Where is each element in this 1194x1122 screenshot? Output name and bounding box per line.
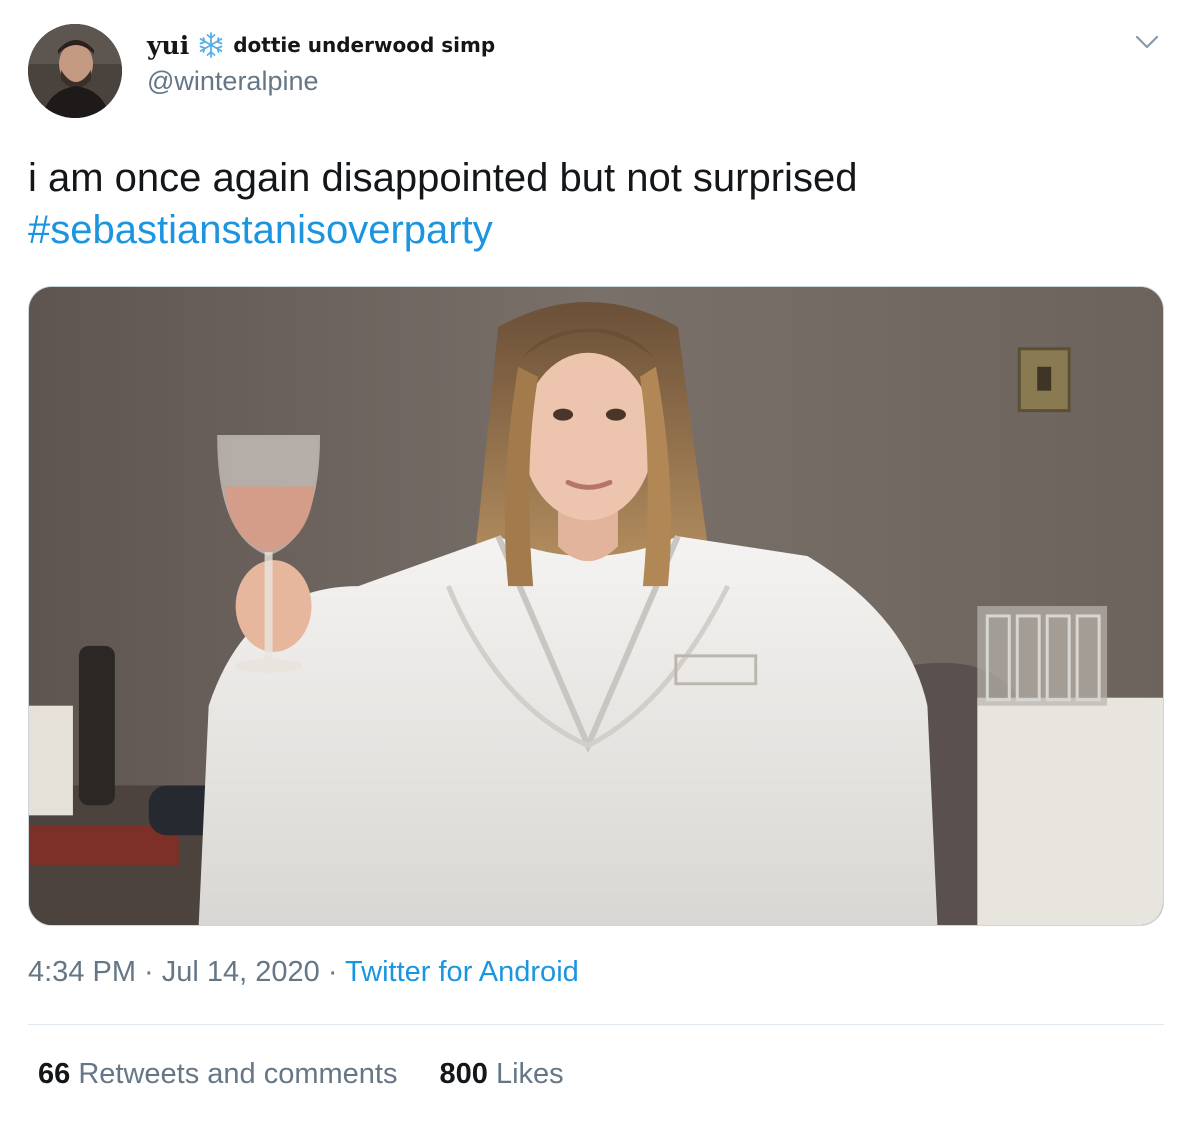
avatar[interactable] — [28, 24, 122, 118]
tweet-meta: 4:34 PM · Jul 14, 2020 · Twitter for And… — [28, 956, 579, 989]
tweet-stats: 66 Retweets and comments 800 Likes — [38, 1058, 564, 1091]
tweet-body: i am once again disappointed but not sur… — [28, 156, 858, 200]
divider — [28, 1024, 1164, 1025]
likes-label: Likes — [495, 1058, 564, 1090]
tweet-text: i am once again disappointed but not sur… — [28, 152, 1168, 256]
author-name-suffix: dottie underwood simp — [233, 33, 496, 57]
retweets-count: 66 — [38, 1058, 71, 1090]
snowflake-icon — [197, 31, 225, 59]
chevron-down-icon[interactable] — [1134, 32, 1160, 52]
author-name-row[interactable]: yui dottie underwood simp — [147, 28, 495, 62]
meta-separator: · — [319, 956, 346, 988]
author-display-name[interactable]: yui — [147, 31, 189, 60]
retweets-stat[interactable]: 66 Retweets and comments — [38, 1058, 397, 1091]
author-handle[interactable]: @winteralpine — [147, 66, 319, 97]
tweet-timestamp[interactable]: 4:34 PM · Jul 14, 2020 — [28, 956, 320, 988]
tweet-media-photo[interactable] — [28, 286, 1164, 926]
likes-stat[interactable]: 800 Likes — [439, 1058, 563, 1091]
hashtag-link[interactable]: #sebastianstanisoverparty — [28, 204, 1168, 256]
likes-count: 800 — [439, 1058, 488, 1090]
retweets-label: Retweets and comments — [78, 1058, 398, 1090]
tweet-source[interactable]: Twitter for Android — [345, 956, 579, 988]
